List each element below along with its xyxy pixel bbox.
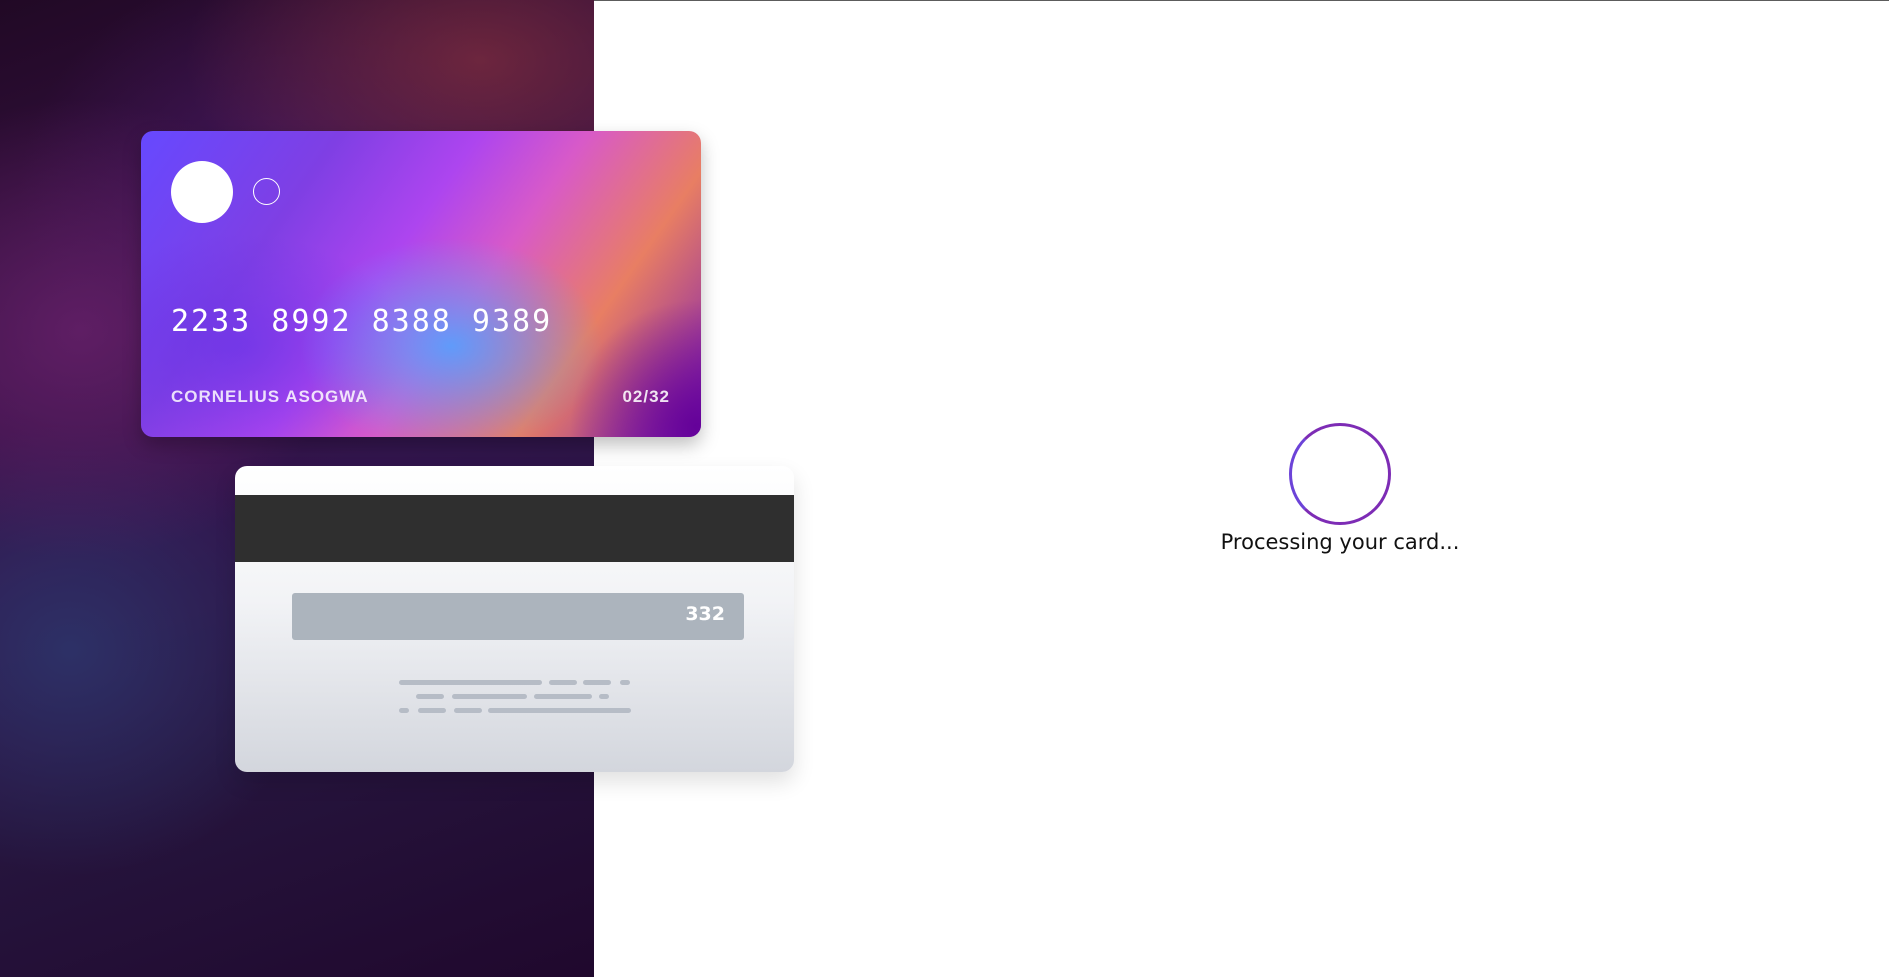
fine-print-line bbox=[399, 708, 409, 713]
card-chip-secondary-icon bbox=[253, 178, 280, 205]
magnetic-strip bbox=[235, 495, 794, 562]
fine-print-line bbox=[534, 694, 592, 699]
credit-card-back: 332 bbox=[235, 466, 794, 772]
fine-print-line bbox=[416, 694, 444, 699]
fine-print-line bbox=[418, 708, 446, 713]
fine-print-line bbox=[399, 680, 542, 685]
card-fine-print-lines bbox=[399, 680, 639, 720]
top-divider bbox=[594, 0, 1889, 1]
card-holder-name: CORNELIUS ASOGWA bbox=[171, 387, 369, 406]
card-expiry: 02/32 bbox=[622, 387, 670, 406]
processing-status-message: Processing your card... bbox=[1220, 530, 1460, 554]
fine-print-line bbox=[454, 708, 482, 713]
credit-card-front: 2233 8992 8388 9389 CORNELIUS ASOGWA 02/… bbox=[141, 131, 701, 437]
card-chip-primary-icon bbox=[171, 161, 233, 223]
payment-processing-page: 2233 8992 8388 9389 CORNELIUS ASOGWA 02/… bbox=[0, 0, 1889, 977]
fine-print-line bbox=[599, 694, 609, 699]
fine-print-line bbox=[583, 680, 611, 685]
fine-print-line bbox=[488, 708, 631, 713]
fine-print-line bbox=[620, 680, 630, 685]
fine-print-line bbox=[549, 680, 577, 685]
fine-print-line bbox=[452, 694, 527, 699]
card-number: 2233 8992 8388 9389 bbox=[171, 304, 553, 339]
loading-spinner-icon bbox=[1289, 423, 1391, 525]
cvv-panel: 332 bbox=[292, 593, 744, 640]
cvv-value: 332 bbox=[685, 603, 725, 625]
